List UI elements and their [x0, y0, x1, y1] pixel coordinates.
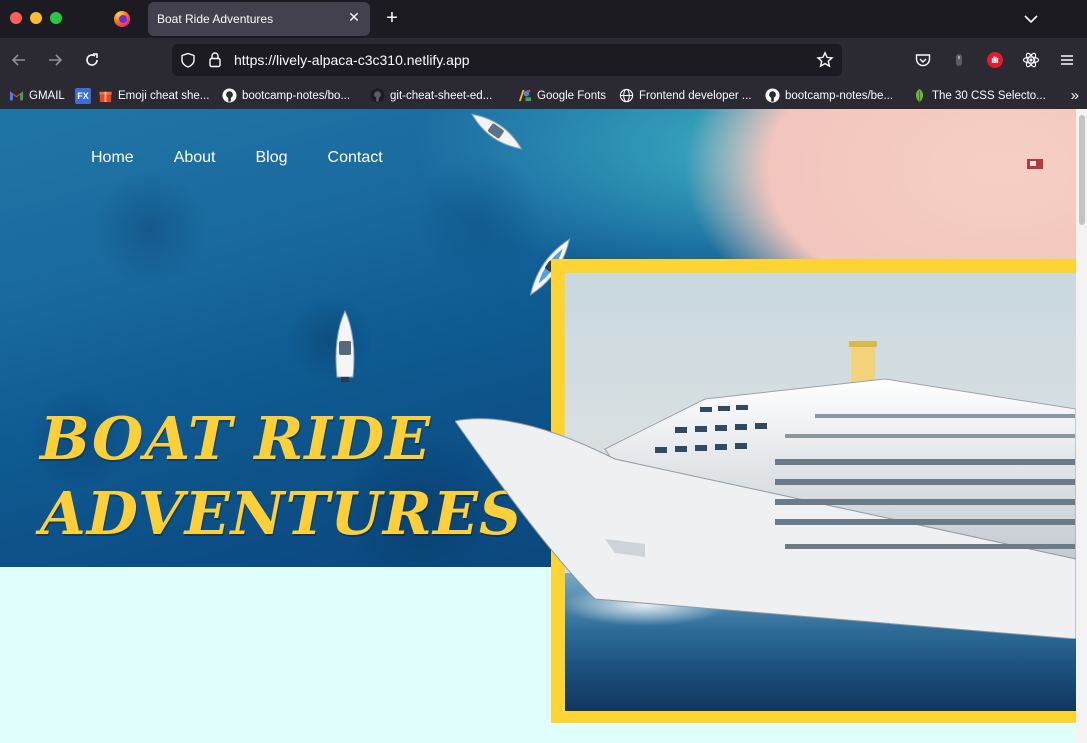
bookmarks-toolbar: GMAIL FX Emoji cheat she... bootcamp-not… — [0, 82, 1087, 109]
nav-link-contact[interactable]: Contact — [328, 149, 383, 167]
tab-title: Boat Ride Adventures — [157, 12, 274, 26]
url-text[interactable]: https://lively-alpaca-c3c310.netlify.app — [234, 52, 470, 68]
back-arrow-icon[interactable] — [10, 51, 28, 69]
bookmark-label: Frontend developer ... — [639, 89, 752, 102]
google-fonts-icon — [516, 88, 532, 104]
extension-mouse-icon[interactable] — [950, 51, 968, 69]
hero-title-line2: Adventures — [40, 479, 523, 548]
github-icon — [221, 88, 237, 104]
hero-title-line1: Boat Ride — [40, 404, 432, 473]
gmail-icon — [8, 88, 24, 104]
react-devtools-icon[interactable] — [1022, 51, 1040, 69]
speedboat-image — [471, 113, 523, 150]
new-tab-button[interactable]: + — [382, 8, 402, 28]
bookmark-gmail[interactable]: GMAIL — [8, 87, 65, 104]
bookmark-star-icon[interactable] — [816, 51, 834, 69]
chevron-down-icon[interactable] — [1022, 10, 1040, 28]
github-icon — [369, 88, 385, 104]
bookmark-google-fonts[interactable]: Google Fonts — [516, 87, 606, 104]
bookmark-css-selectors[interactable]: The 30 CSS Selecto... — [911, 87, 1046, 104]
bookmark-bootcamp-notes-2[interactable]: bootcamp-notes/be... — [764, 87, 893, 104]
bookmark-label: bootcamp-notes/bo... — [242, 89, 351, 102]
bookmark-label: The 30 CSS Selecto... — [932, 89, 1046, 102]
bookmark-label: GMAIL — [29, 89, 65, 102]
firefox-icon[interactable] — [113, 10, 131, 28]
pocket-icon[interactable] — [914, 51, 932, 69]
cruise-ship-image — [455, 341, 1076, 639]
bookmark-label: Emoji cheat she... — [118, 89, 210, 102]
address-bar[interactable]: https://lively-alpaca-c3c310.netlify.app — [172, 44, 842, 76]
gift-icon — [97, 88, 113, 104]
bookmark-bootcamp-notes-1[interactable]: bootcamp-notes/bo... — [221, 87, 350, 104]
tab-close-icon[interactable]: ✕ — [346, 9, 362, 25]
zoom-window-button[interactable] — [50, 12, 62, 24]
bookmark-git-cheat-sheet[interactable]: git-cheat-sheet-ed... — [369, 87, 492, 104]
leaf-icon — [911, 88, 927, 104]
nav-link-blog[interactable]: Blog — [256, 149, 288, 167]
browser-tab-bar: Boat Ride Adventures ✕ + — [0, 0, 1087, 38]
beach-umbrella-image — [1027, 159, 1043, 169]
page-viewport: Home About Blog Contact Boat Ride Advent… — [0, 109, 1076, 743]
forward-arrow-icon[interactable] — [46, 51, 64, 69]
bookmark-label: git-cheat-sheet-ed... — [390, 89, 493, 102]
nav-link-home[interactable]: Home — [91, 149, 134, 167]
adblock-hand-icon[interactable] — [986, 51, 1004, 69]
speedboat-image — [335, 309, 355, 382]
reload-icon[interactable] — [83, 51, 101, 69]
bookmark-emoji-cheat-sheet[interactable]: Emoji cheat she... — [97, 87, 209, 104]
site-navigation: Home About Blog Contact — [91, 149, 423, 167]
bookmark-label: Google Fonts — [537, 89, 607, 102]
close-window-button[interactable] — [10, 12, 22, 24]
minimize-window-button[interactable] — [30, 12, 42, 24]
page-scrollbar[interactable] — [1076, 109, 1087, 743]
lock-icon[interactable] — [207, 51, 223, 68]
globe-icon — [618, 88, 634, 104]
scrollbar-thumb[interactable] — [1079, 115, 1085, 225]
bookmarks-overflow-icon[interactable]: » — [1071, 87, 1079, 104]
active-tab[interactable]: Boat Ride Adventures ✕ — [148, 2, 370, 36]
fx-icon: FX — [75, 87, 91, 104]
bookmark-label: bootcamp-notes/be... — [785, 89, 894, 102]
bookmark-frontend-developer[interactable]: Frontend developer ... — [618, 87, 752, 104]
browser-toolbar: https://lively-alpaca-c3c310.netlify.app — [0, 38, 1087, 82]
bookmark-fx[interactable]: FX — [75, 87, 91, 104]
nav-link-about[interactable]: About — [174, 149, 216, 167]
hamburger-menu-icon[interactable] — [1058, 51, 1076, 69]
github-icon — [764, 88, 780, 104]
shield-icon[interactable] — [180, 52, 196, 68]
